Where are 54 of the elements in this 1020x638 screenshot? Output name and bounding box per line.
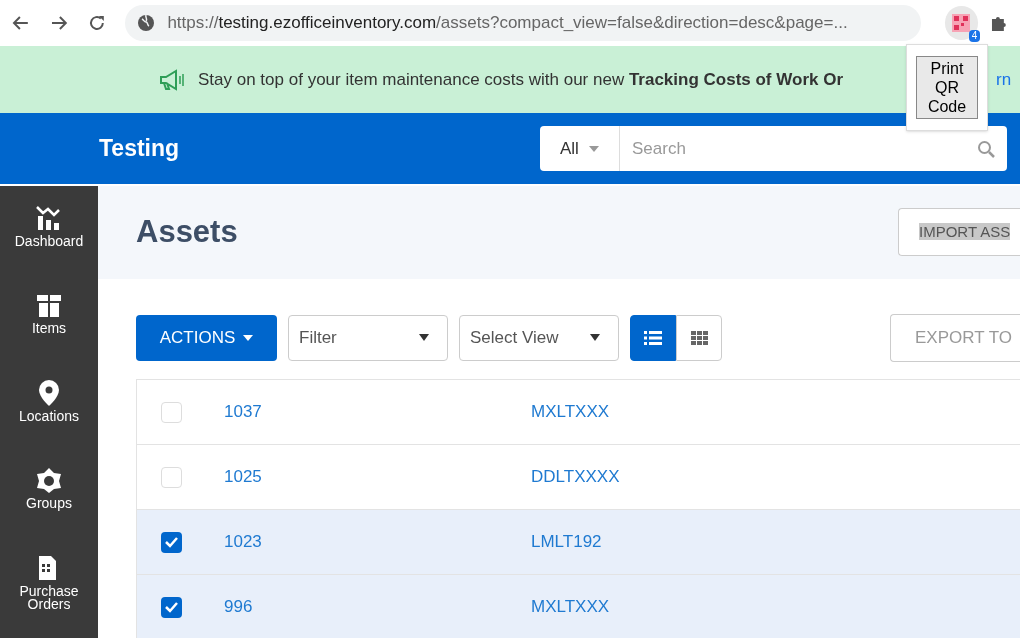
banner-text: Stay on top of your item maintenance costs with our new Tracking Costs of Work Or xyxy=(198,68,844,91)
sidebar-item[interactable]: Dashboard xyxy=(0,203,98,291)
caret-icon xyxy=(419,334,429,342)
megaphone-icon xyxy=(158,68,186,91)
search-icon[interactable] xyxy=(977,139,995,158)
asset-id-link[interactable]: 1025 xyxy=(224,464,531,490)
sidebar-item[interactable]: Items xyxy=(0,290,98,378)
row-checkbox[interactable] xyxy=(161,466,182,488)
grid-view-button[interactable] xyxy=(676,314,722,361)
asset-id-link[interactable]: 996 xyxy=(224,594,531,620)
row-checkbox[interactable] xyxy=(161,531,182,553)
asset-code-link[interactable]: MXLTXXX xyxy=(531,399,610,425)
qr-code-icon xyxy=(952,14,971,32)
map-pin-icon xyxy=(39,379,59,406)
asset-code-link[interactable]: DDLTXXXX xyxy=(531,464,620,490)
scope-dropdown[interactable]: All xyxy=(540,126,620,171)
asset-code-link[interactable]: MXLTXXX xyxy=(531,594,610,620)
back-icon[interactable] xyxy=(12,14,30,32)
list-view-button[interactable] xyxy=(630,314,676,361)
banner-link[interactable]: rn xyxy=(996,66,1012,93)
sidebar-item[interactable]: Groups xyxy=(0,465,98,553)
caret-icon xyxy=(589,145,599,152)
check-icon xyxy=(165,601,178,613)
sidebar-item[interactable]: Purchase Orders xyxy=(0,552,98,638)
extension-badge: 4 xyxy=(968,30,981,42)
actions-button[interactable]: ACTIONS xyxy=(136,314,277,361)
sidebar-item[interactable]: Locations xyxy=(0,377,98,466)
row-checkbox[interactable] xyxy=(161,401,182,423)
caret-icon xyxy=(243,334,254,341)
asset-code-link[interactable]: LMLT192 xyxy=(531,529,602,555)
print-qr-code-button[interactable]: Print QR Code xyxy=(916,56,978,119)
row-checkbox[interactable] xyxy=(161,596,182,618)
company-name: Testing xyxy=(99,134,180,164)
chart-icon xyxy=(35,205,63,231)
asset-id-link[interactable]: 1037 xyxy=(224,399,531,425)
extension-button[interactable]: 4 xyxy=(944,6,979,40)
reload-icon[interactable] xyxy=(87,14,106,32)
import-assets-button[interactable]: IMPORT ASS xyxy=(898,208,1020,257)
forward-icon[interactable] xyxy=(49,14,68,32)
caret-icon xyxy=(590,334,600,342)
grid-icon xyxy=(690,330,708,345)
box-icon xyxy=(36,292,62,319)
page-title: Assets xyxy=(136,213,238,252)
flower-icon xyxy=(36,467,62,494)
filter-dropdown[interactable]: Filter xyxy=(288,314,448,361)
list-icon xyxy=(644,330,662,345)
export-button[interactable]: EXPORT TO xyxy=(890,313,1020,362)
view-dropdown[interactable]: Select View xyxy=(459,314,619,361)
search-field[interactable]: All Search xyxy=(540,126,1007,171)
puzzle-icon[interactable] xyxy=(990,14,1008,32)
check-icon xyxy=(165,536,178,548)
address-bar[interactable]: https://testing.ezofficeinventory.com/assets?compact_view=false&direction=desc&page=... xyxy=(125,5,921,41)
url-text: https://testing.ezofficeinventory.com/assets?compact_view=false&direction=desc&page=... xyxy=(167,12,848,35)
asset-id-link[interactable]: 1023 xyxy=(224,529,531,555)
